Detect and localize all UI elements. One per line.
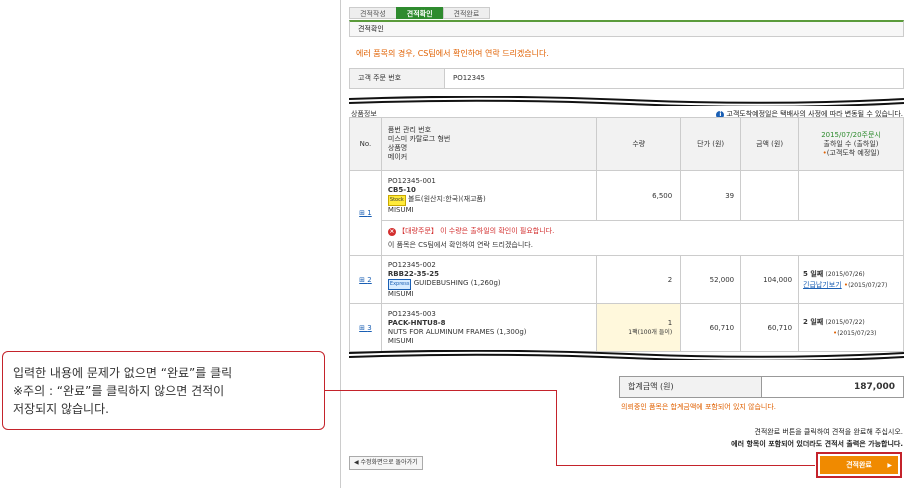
step-confirm: 견적확인 xyxy=(395,7,444,19)
amount-cell xyxy=(740,170,800,221)
product-model: PACK-HNTU8-8 xyxy=(387,318,446,327)
row-no-cell: ⊞ 3 xyxy=(349,303,382,352)
product-code: PO12345-002 xyxy=(387,260,436,269)
qty-cell: 2 xyxy=(596,255,682,304)
error-row: × 【대량주문】 이 수량은 출하일의 확인이 필요합니다. 이 품목은 CS팀… xyxy=(350,220,905,256)
product-name: NUTS FOR ALUMINUM FRAMES (1,300g) xyxy=(387,327,527,336)
annotation-callout: 입력한 내용에 문제가 없으면 “완료”를 클릭 ※주의 : “완료”를 클릭하… xyxy=(2,351,325,430)
unit-price-cell: 39 xyxy=(680,170,742,221)
header-product-maker: 메이커 xyxy=(387,153,408,161)
step-indicator: 견적작성 견적확인 견적완료 xyxy=(349,7,491,19)
total-amount: 합계금액 (원) 187,000 xyxy=(619,376,904,398)
product-cell: PO12345-003 PACK-HNTU8-8 NUTS FOR ALUMIN… xyxy=(380,303,598,352)
back-to-edit-button[interactable]: ◀ 수정화면으로 돌아가기 xyxy=(349,456,423,470)
amount-cell: 104,000 xyxy=(740,255,800,304)
express-badge: Express xyxy=(387,278,412,290)
header-delivery: •(고객도착 예정일) xyxy=(822,148,880,157)
header-product-model: 미스미 카탈로그 형번 xyxy=(387,135,451,143)
product-maker: MISUMI xyxy=(387,205,414,214)
product-cell: PO12345-002 RBB22-35-25 Express GUIDEBUS… xyxy=(380,255,598,304)
delivery-line: •(2015/07/23) xyxy=(833,328,877,337)
customer-order-number: 고객 주문 번호 PO12345 xyxy=(349,68,904,89)
callout-line: 입력한 내용에 문제가 없으면 “완료”를 클릭 xyxy=(13,366,233,380)
order-number-value: PO12345 xyxy=(453,74,485,82)
callout-connector xyxy=(556,465,815,466)
header-amount: 금액 (원) xyxy=(740,117,800,171)
ship-cell: 5 일째 (2015/07/26) 긴급납기보기 •(2015/07/27) xyxy=(798,255,904,304)
table-row: ⊞ 3 PO12345-003 PACK-HNTU8-8 NUTS FOR AL… xyxy=(349,303,904,352)
qty-value: 1 xyxy=(667,318,673,327)
complete-quote-button[interactable]: 견적완료 ▶ xyxy=(820,456,898,474)
error-note: 이 품목은 CS팀에서 확인하여 연락 드리겠습니다. xyxy=(387,241,533,249)
header-ship-days: 출하일 수 (출하일) xyxy=(823,139,879,148)
instruction-line: 견적완료 버튼을 클릭하여 견적을 완료해 주십시오. xyxy=(754,428,903,436)
complete-highlight: 견적완료 ▶ xyxy=(816,452,902,478)
table-row: ⊞ 2 PO12345-002 RBB22-35-25 Express GUID… xyxy=(349,255,904,304)
total-label: 합계금액 (원) xyxy=(620,377,762,397)
product-code: PO12345-003 xyxy=(387,309,436,318)
callout-line: ※주의 : “완료”를 클릭하지 않으면 견적이 xyxy=(13,384,225,398)
row-no-link[interactable]: ⊞ 3 xyxy=(359,324,372,332)
error-icon: × xyxy=(387,228,396,236)
step-complete: 견적완료 xyxy=(442,7,491,19)
header-qty: 수량 xyxy=(596,117,682,171)
callout-connector xyxy=(325,390,557,391)
instruction-line: 에러 항목이 포함되어 있더라도 견적서 출력은 가능합니다. xyxy=(731,440,903,448)
error-cell: × 【대량주문】 이 수량은 출하일의 확인이 필요합니다. 이 품목은 CS팀… xyxy=(380,220,905,256)
product-maker: MISUMI xyxy=(387,289,414,298)
product-code: PO12345-001 xyxy=(387,176,436,185)
quote-panel: 견적작성 견적확인 견적완료 견적확인 에러 품목의 경우, CS팀에서 확인하… xyxy=(340,0,909,488)
row-no-cell: ⊞ 1 xyxy=(349,170,382,256)
row-no-cell: ⊞ 2 xyxy=(349,255,382,304)
error-warning-text: 에러 품목의 경우, CS팀에서 확인하여 연락 드리겠습니다. xyxy=(356,49,549,58)
error-text: 【대량주문】 이 수량은 출하일의 확인이 필요합니다. xyxy=(398,227,555,235)
unit-price-cell: 52,000 xyxy=(680,255,742,304)
total-value: 187,000 xyxy=(854,382,895,392)
product-cell: PO12345-001 CB5-10 Stock 볼트(원산지:한국)(재고품)… xyxy=(380,170,598,221)
table-row: ⊞ 1 PO12345-001 CB5-10 Stock 볼트(원산지:한국)(… xyxy=(349,170,904,256)
header-product-name: 상품명 xyxy=(387,144,408,152)
product-model: CB5-10 xyxy=(387,185,416,194)
amount-cell: 60,710 xyxy=(740,303,800,352)
header-product: 품번 관리 번호 미스미 카탈로그 형번 상품명 메이커 xyxy=(380,117,598,171)
callout-connector xyxy=(556,390,557,466)
order-number-label: 고객 주문 번호 xyxy=(350,69,445,88)
product-maker: MISUMI xyxy=(387,336,414,345)
table-header-row: No. 품번 관리 번호 미스미 카탈로그 형번 상품명 메이커 수량 단가 (… xyxy=(349,117,904,171)
unit-price-cell: 60,710 xyxy=(680,303,742,352)
completion-instructions: 견적완료 버튼을 클릭하여 견적을 완료해 주십시오. 에러 항목이 포함되어 … xyxy=(731,426,903,450)
product-name-line: Express GUIDEBUSHING (1,260g) xyxy=(387,278,596,290)
header-no: No. xyxy=(349,117,382,171)
product-name-line: Stock 볼트(원산지:한국)(재고품) xyxy=(387,194,596,206)
wavy-divider xyxy=(349,96,904,106)
error-message: × 【대량주문】 이 수량은 출하일의 확인이 필요합니다. xyxy=(387,224,903,238)
qty-note: 1팩(100개 들이) xyxy=(628,328,673,336)
qty-cell: 1 1팩(100개 들이) xyxy=(596,303,682,352)
delivery-line: 긴급납기보기 •(2015/07/27) xyxy=(803,280,888,289)
play-arrow-icon: ▶ xyxy=(887,461,892,469)
product-name: 볼트(원산지:한국)(재고품) xyxy=(408,194,486,203)
qty-cell: 6,500 xyxy=(596,170,682,221)
ship-days-line: 5 일째 (2015/07/26) xyxy=(803,269,865,278)
complete-button-label: 견적완료 xyxy=(846,461,872,469)
ship-cell: 2 일째 (2015/07/22) •(2015/07/23) xyxy=(798,303,904,352)
wavy-divider xyxy=(349,350,904,360)
stock-badge: Stock xyxy=(387,194,406,206)
header-unit-price: 단가 (원) xyxy=(680,117,742,171)
row-no-link[interactable]: ⊞ 1 xyxy=(359,209,372,217)
product-name: GUIDEBUSHING (1,260g) xyxy=(413,278,501,287)
item-table: No. 품번 관리 번호 미스미 카탈로그 형번 상품명 메이커 수량 단가 (… xyxy=(349,117,905,352)
total-note: 의뢰중인 품목은 합계금액에 포함되어 있지 않습니다. xyxy=(621,403,777,411)
header-ship-date: 2015/07/20주문시 xyxy=(821,130,881,139)
step-create: 견적작성 xyxy=(349,7,397,19)
ship-days-line: 2 일째 (2015/07/22) xyxy=(803,317,865,326)
row-no-link[interactable]: ⊞ 2 xyxy=(359,276,372,284)
urgent-delivery-link[interactable]: 긴급납기보기 xyxy=(803,281,842,289)
ship-cell xyxy=(798,170,904,221)
page-title: 견적확인 xyxy=(349,20,904,37)
header-product-code: 품번 관리 번호 xyxy=(387,126,432,134)
callout-line: 저장되지 않습니다. xyxy=(13,402,109,416)
header-ship: 2015/07/20주문시 출하일 수 (출하일) •(고객도착 예정일) xyxy=(798,117,904,171)
product-model: RBB22-35-25 xyxy=(387,269,440,278)
